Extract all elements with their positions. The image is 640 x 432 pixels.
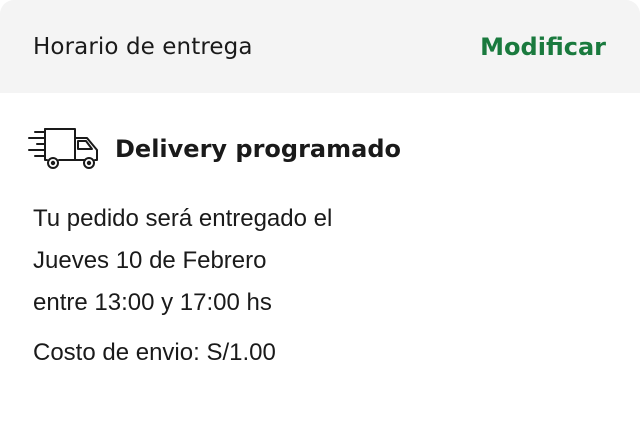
delivery-message-line: Tu pedido será entregado el: [33, 205, 333, 232]
truck-fast-icon: [28, 128, 98, 169]
card-body: Delivery programado Tu pedido será entre…: [0, 124, 640, 368]
shipping-cost: Costo de envio: S/1.00: [33, 339, 276, 366]
delivery-type-label: Delivery programado: [115, 135, 401, 163]
modify-button[interactable]: Modificar: [480, 33, 606, 61]
delivery-time-window: entre 13:00 y 17:00 hs: [33, 289, 272, 316]
delivery-details: Tu pedido será entregado el Jueves 10 de…: [33, 198, 607, 324]
delivery-date: Jueves 10 de Febrero: [33, 247, 267, 274]
delivery-type-row: Delivery programado: [28, 124, 607, 174]
card-header: Horario de entrega Modificar: [0, 0, 640, 93]
delivery-schedule-card: Horario de entrega Modificar Delivery pr…: [0, 0, 640, 432]
card-title: Horario de entrega: [33, 33, 253, 60]
